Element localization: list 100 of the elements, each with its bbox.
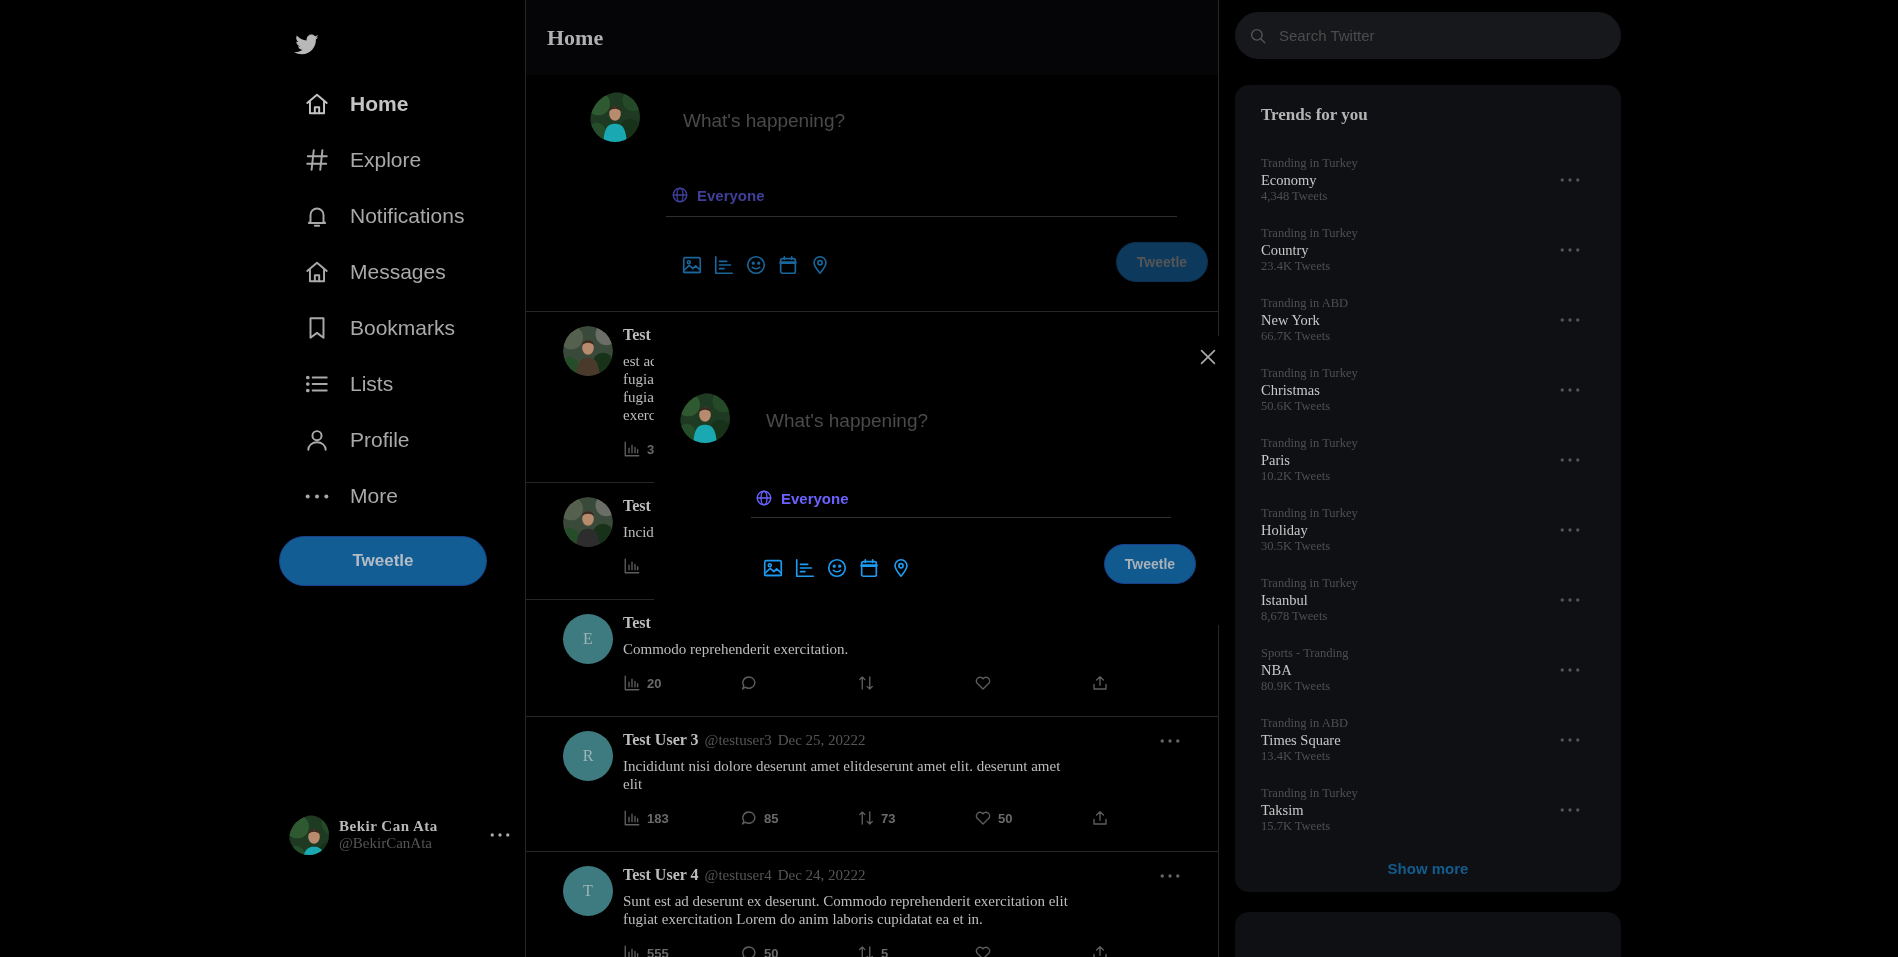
nav-item[interactable]: Home [279,76,409,132]
avatar: E [563,614,613,664]
tweet-text: fugia [623,388,654,406]
share-icon[interactable] [1091,809,1109,827]
views-icon[interactable] [623,557,641,575]
nav-item[interactable]: Notifications [279,188,465,244]
calendar-icon[interactable] [858,557,880,579]
arrows-icon[interactable] [857,944,875,957]
tweet-text: Incid [623,523,654,541]
trend-name[interactable]: New York [1261,311,1349,329]
trend-count: 10.2K Tweets [1261,469,1332,484]
tweet-text: fugia [623,370,654,388]
trend-name[interactable]: Paris [1261,451,1358,469]
user-name: Test [623,497,651,515]
heart-icon[interactable] [974,944,992,957]
account-handle: @BekirCanAta [339,835,433,852]
stat-count: 50 [998,810,1013,826]
image-icon[interactable] [681,254,703,276]
poll-icon[interactable] [713,254,735,276]
comment-icon[interactable] [740,674,758,692]
trend-category: Tranding in Turkey [1261,366,1358,381]
stat-count: 50 [764,945,779,957]
tweet-text: Sunt est ad deserunt ex deserunt. Commodo reprehenderit exercitation elit fugiat exercitation Lorem do anim laboris cupidatat ea et in. [623,892,1069,928]
trend-category: Tranding in Turkey [1261,506,1358,521]
views-icon[interactable] [623,809,641,827]
hashtag-icon [304,147,330,173]
globe-icon [755,489,773,507]
tweet-text: Commodo reprehenderit exercitation. [623,640,850,658]
person-icon [304,427,330,453]
tweet-text: Incididunt nisi dolore deserunt amet elitdeserunt amet elit. deserunt amet elit [623,757,1062,793]
calendar-icon[interactable] [777,254,799,276]
panel-title: Trends for you [1260,105,1369,125]
user-name: Test User 4 [623,866,699,884]
avatar: T [563,866,613,916]
views-icon[interactable] [623,944,641,957]
smiley-icon[interactable] [826,557,848,579]
nav-item[interactable]: Messages [279,244,446,300]
user-name: Test User 3 [623,731,699,749]
stat-count: 5 [881,945,889,957]
trend-count: 8,678 Tweets [1261,609,1329,624]
trend-name[interactable]: Christmas [1261,381,1358,399]
compose-field[interactable]: What's happening? [683,110,1043,132]
comment-icon[interactable] [740,944,758,957]
trend-count: 80.9K Tweets [1261,679,1332,694]
tweet-text: exerc [623,406,656,424]
trend-category: Tranding in ABD [1261,716,1349,731]
avatar: R [563,731,613,781]
stat-count: 73 [881,810,896,826]
trend-category: Tranding in Turkey [1261,226,1358,241]
stat-count: 20 [647,675,662,691]
trend-category: Tranding in Turkey [1261,576,1358,591]
trend-category: Tranding in Turkey [1261,436,1358,451]
nav-item[interactable]: Profile [279,412,410,468]
trend-name[interactable]: Istanbul [1261,591,1358,609]
tweet-date: Dec 24, 20222 [777,867,866,884]
trend-name[interactable]: Times Square [1261,731,1349,749]
nav-item[interactable]: More [279,468,398,524]
trend-name[interactable]: Economy [1261,171,1358,189]
trend-count: 15.7K Tweets [1261,819,1332,834]
page-title: Home [547,24,604,51]
more-icon[interactable] [305,493,329,499]
views-icon[interactable] [623,674,641,692]
trend-name[interactable]: Country [1261,241,1358,259]
more-icon[interactable] [489,833,511,837]
globe-icon [671,186,689,204]
views-icon[interactable] [623,440,641,458]
smiley-icon[interactable] [745,254,767,276]
trend-category: Tranding in Turkey [1261,156,1358,171]
trend-count: 13.4K Tweets [1261,749,1332,764]
heart-icon[interactable] [974,809,992,827]
trend-name[interactable]: NBA [1261,661,1349,679]
compose-field[interactable]: What's happening? [766,410,1126,432]
search-icon [1249,26,1267,45]
user-handle: @testuser3 [704,732,772,749]
stat-count: 183 [647,810,669,826]
arrows-icon[interactable] [857,674,875,692]
arrows-icon[interactable] [857,809,875,827]
account-name: Bekir Can Ata [339,818,439,835]
trend-name[interactable]: Taksim [1261,801,1358,819]
nav-item[interactable]: Bookmarks [279,300,456,356]
comment-icon[interactable] [740,809,758,827]
trend-count: 50.6K Tweets [1261,399,1332,414]
stat-count: 555 [647,945,669,957]
trend-name[interactable]: Holiday [1261,521,1358,539]
nav-item[interactable]: Explore [279,132,422,188]
heart-icon[interactable] [974,674,992,692]
share-icon[interactable] [1091,944,1109,957]
trend-category: Sports - Tranding [1261,646,1349,661]
audience-selector[interactable]: Everyone [755,489,849,507]
tweet-button[interactable]: Tweetle [279,536,487,586]
trend-count: 30.5K Tweets [1261,539,1332,554]
trend-count: 4,348 Tweets [1261,189,1329,204]
nav-item[interactable]: Lists [279,356,394,412]
trend-count: 23.4K Tweets [1261,259,1332,274]
stat-count: 3 [647,441,655,457]
poll-icon[interactable] [794,557,816,579]
trend-count: 66.7K Tweets [1261,329,1332,344]
share-icon[interactable] [1091,674,1109,692]
trend-category: Tranding in Turkey [1261,786,1358,801]
image-icon[interactable] [762,557,784,579]
